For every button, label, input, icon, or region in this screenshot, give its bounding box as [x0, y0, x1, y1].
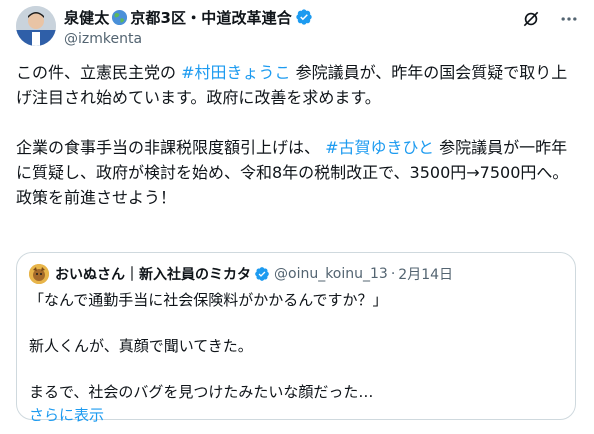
- globe-emoji-icon: [111, 9, 128, 26]
- post-paragraph-1: この件、立憲民主党の #村田きょうこ 参院議員が、昨年の国会質疑で取り上げ注目さ…: [16, 60, 582, 110]
- post-text: この件、立憲民主党の #村田きょうこ 参院議員が、昨年の国会質疑で取り上げ注目さ…: [16, 60, 582, 210]
- author-handle[interactable]: @izmkenta: [64, 31, 313, 47]
- post-actions: [520, 8, 580, 30]
- quoted-line-1: 「なんで通勤手当に社会保険料がかかるんですか？」: [29, 291, 388, 309]
- quoted-post-text: 「なんで通勤手当に社会保険料がかかるんですか？」 新人くんが、真顔で聞いてきた。…: [29, 289, 565, 427]
- grok-explain-icon[interactable]: [520, 8, 542, 30]
- quoted-date[interactable]: 2月14日: [398, 264, 453, 284]
- quoted-line-2: 新人くんが、真顔で聞いてきた。: [29, 337, 253, 355]
- post-paragraph-2: 企業の食事手当の非課税限度額引上げは、 #古賀ゆきひと 参院議員が一昨年に質疑し…: [16, 135, 582, 185]
- hashtag-link[interactable]: #村田きょうこ: [181, 63, 290, 82]
- post-paragraph-3: 政策を前進させよう！: [16, 188, 177, 207]
- quoted-post[interactable]: おいぬさん｜新入社員のミカタ @oinu_koinu_13 · 2月14日 「な…: [16, 252, 576, 424]
- dot-separator: ·: [390, 266, 396, 282]
- hashtag-link[interactable]: #古賀ゆきひと: [325, 138, 434, 157]
- verified-badge-icon: [254, 266, 270, 282]
- post-text-segment: 企業の食事手当の非課税限度額引上げは、: [16, 138, 326, 157]
- quoted-post-header: おいぬさん｜新入社員のミカタ @oinu_koinu_13 · 2月14日: [29, 263, 453, 285]
- display-name-row[interactable]: 泉健太 京都3区・中道改革連合: [64, 6, 313, 28]
- quoted-line-3: まるで、社会のバグを見つけたみたいな顔だった…: [29, 383, 374, 401]
- author-avatar[interactable]: [16, 6, 56, 46]
- more-icon[interactable]: [558, 8, 580, 30]
- display-name-part2[interactable]: 京都3区・中道改革連合: [130, 7, 292, 28]
- quoted-author-avatar[interactable]: [29, 264, 49, 284]
- quoted-display-name[interactable]: おいぬさん｜新入社員のミカタ: [55, 264, 251, 284]
- display-name-part1[interactable]: 泉健太: [64, 7, 109, 28]
- post-text-segment: この件、立憲民主党の: [16, 63, 182, 82]
- author-header: 泉健太 京都3区・中道改革連合 @izmkenta: [64, 6, 313, 47]
- quoted-handle[interactable]: @oinu_koinu_13: [274, 266, 388, 282]
- show-more-link[interactable]: さらに表示: [29, 406, 104, 424]
- verified-badge-icon[interactable]: [295, 8, 313, 26]
